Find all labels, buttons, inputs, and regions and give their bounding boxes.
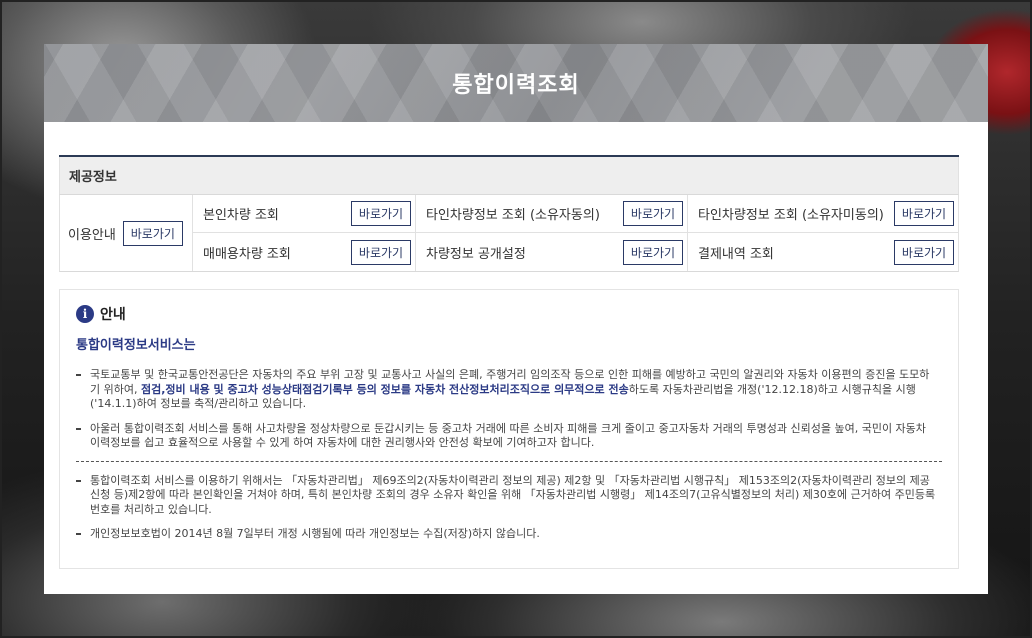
other-vehicle-consent-go-button[interactable]: 바로가기 xyxy=(623,201,683,226)
notice-paragraph-1: 국토교통부 및 한국교통안전공단은 자동차의 주요 부위 고장 및 교통사고 사… xyxy=(76,368,942,412)
notice-paragraph-1-emphasis: 점검,정비 내용 및 중고차 성능상태점검기록부 등의 정보를 자동차 전산정보… xyxy=(140,382,629,396)
page-title: 통합이력조회 xyxy=(452,73,580,98)
trade-vehicle-go-button[interactable]: 바로가기 xyxy=(351,239,411,265)
notice-title: 안내 xyxy=(100,307,126,323)
provided-info-table: 제공정보 이용안내 바로가기 본인차량 조회 바로가기 타인차량정보 조회 (소… xyxy=(59,155,959,272)
dashed-divider xyxy=(76,460,942,462)
other-vehicle-no-consent-cell: 타인차량정보 조회 (소유자미동의) 바로가기 xyxy=(688,195,958,233)
disclosure-setting-go-button[interactable]: 바로가기 xyxy=(623,239,683,265)
payment-history-label: 결제내역 조회 xyxy=(698,246,774,262)
usage-guide-cell: 이용안내 바로가기 xyxy=(60,195,193,271)
usage-guide-go-button[interactable]: 바로가기 xyxy=(122,220,183,246)
own-vehicle-label: 본인차량 조회 xyxy=(203,208,279,223)
notice-box: i 안내 통합이력정보서비스는 국토교통부 및 한국교통안전공단은 자동차의 주… xyxy=(59,289,959,569)
main-panel: 통합이력조회 제공정보 이용안내 바로가기 본인차량 조회 바로가기 타인차량정… xyxy=(44,44,988,594)
own-vehicle-cell: 본인차량 조회 바로가기 xyxy=(193,195,416,233)
other-vehicle-consent-label: 타인차량정보 조회 (소유자동의) xyxy=(426,208,600,223)
provided-info-title: 제공정보 xyxy=(59,157,959,195)
trade-vehicle-label: 매매용차량 조회 xyxy=(203,246,291,262)
own-vehicle-go-button[interactable]: 바로가기 xyxy=(351,201,411,226)
notice-paragraph-2: 아울러 통합이력조회 서비스를 통해 사고차량을 정상차량으로 둔갑시키는 등 … xyxy=(76,422,942,451)
payment-history-go-button[interactable]: 바로가기 xyxy=(894,239,954,265)
notice-paragraph-3: 통합이력조회 서비스를 이용하기 위해서는 「자동차관리법」 제69조의2(자동… xyxy=(76,474,942,518)
page-header: 통합이력조회 xyxy=(44,44,988,122)
other-vehicle-no-consent-go-button[interactable]: 바로가기 xyxy=(894,201,954,226)
usage-guide-label: 이용안내 xyxy=(68,227,116,243)
trade-vehicle-cell: 매매용차량 조회 바로가기 xyxy=(193,233,416,271)
disclosure-setting-label: 차량정보 공개설정 xyxy=(426,246,526,262)
other-vehicle-no-consent-label: 타인차량정보 조회 (소유자미동의) xyxy=(698,208,884,223)
notice-paragraph-4: 개인정보보호법이 2014년 8월 7일부터 개정 시행됨에 따라 개인정보는 … xyxy=(76,527,942,542)
disclosure-setting-cell: 차량정보 공개설정 바로가기 xyxy=(416,233,688,271)
payment-history-cell: 결제내역 조회 바로가기 xyxy=(688,233,958,271)
notice-subtitle: 통합이력정보서비스는 xyxy=(76,338,196,353)
info-icon: i xyxy=(76,305,94,323)
other-vehicle-consent-cell: 타인차량정보 조회 (소유자동의) 바로가기 xyxy=(416,195,688,233)
notice-heading: i 안내 xyxy=(76,304,942,324)
service-grid: 이용안내 바로가기 본인차량 조회 바로가기 타인차량정보 조회 (소유자동의)… xyxy=(59,195,959,272)
